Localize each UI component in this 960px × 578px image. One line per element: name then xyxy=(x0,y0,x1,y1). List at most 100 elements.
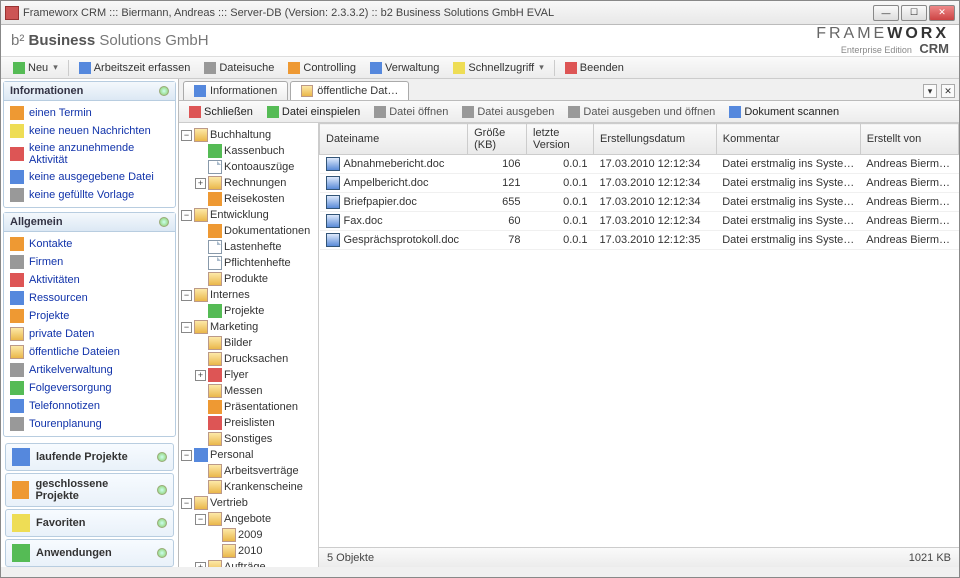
info-link-datei[interactable]: keine ausgegebene Datei xyxy=(6,168,173,186)
tree-2009[interactable]: 2009 xyxy=(181,527,316,543)
collapse-icon[interactable]: − xyxy=(181,130,192,141)
table-row[interactable]: Gesprächsprotokoll.doc780.0.117.03.2010 … xyxy=(320,231,959,250)
folder-tree[interactable]: −Buchhaltung Kassenbuch Kontoauszüge +Re… xyxy=(179,123,319,567)
col-dateiname[interactable]: Dateiname xyxy=(320,124,468,155)
menu-verwaltung[interactable]: Verwaltung xyxy=(364,60,445,76)
project-icon xyxy=(208,304,222,318)
tree-preislisten[interactable]: Preislisten xyxy=(181,415,316,431)
word-doc-icon xyxy=(326,157,340,171)
collapse-icon[interactable]: − xyxy=(181,290,192,301)
col-kommentar[interactable]: Kommentar xyxy=(716,124,860,155)
tree-sonstiges[interactable]: Sonstiges xyxy=(181,431,316,447)
menu-controlling[interactable]: Controlling xyxy=(282,60,362,76)
menu-schnellzugriff[interactable]: Schnellzugriff▾ xyxy=(447,60,549,76)
shortcut-anwendungen[interactable]: Anwendungen xyxy=(5,539,174,567)
minimize-button[interactable]: — xyxy=(873,5,899,21)
nav-folgeversorgung[interactable]: Folgeversorgung xyxy=(6,379,173,397)
collapse-icon[interactable]: − xyxy=(181,498,192,509)
btn-datei-oeffnen[interactable]: Datei öffnen xyxy=(368,104,454,120)
table-row[interactable]: Fax.doc600.0.117.03.2010 12:12:34Datei e… xyxy=(320,212,959,231)
nav-artikelverwaltung[interactable]: Artikelverwaltung xyxy=(6,361,173,379)
tree-internes[interactable]: −Internes xyxy=(181,287,316,303)
btn-datei-ausgeben-oeffnen[interactable]: Datei ausgeben und öffnen xyxy=(562,104,721,120)
nav-kontakte[interactable]: Kontakte xyxy=(6,235,173,253)
tree-personal[interactable]: −Personal xyxy=(181,447,316,463)
tree-kontoauszuege[interactable]: Kontoauszüge xyxy=(181,159,316,175)
shortcut-favoriten[interactable]: Favoriten xyxy=(5,509,174,537)
expand-icon[interactable]: + xyxy=(195,178,206,189)
menu-dateisuche[interactable]: Dateisuche xyxy=(198,60,280,76)
menu-arbeitszeit[interactable]: Arbeitszeit erfassen xyxy=(73,60,197,76)
collapse-icon[interactable]: − xyxy=(181,450,192,461)
tab-oeffentliche-dateien[interactable]: öffentliche Dat… xyxy=(290,81,409,100)
shortcut-laufende-projekte[interactable]: laufende Projekte xyxy=(5,443,174,471)
nav-telefonnotizen[interactable]: Telefonnotizen xyxy=(6,397,173,415)
table-row[interactable]: Ampelbericht.doc1210.0.117.03.2010 12:12… xyxy=(320,174,959,193)
folder-icon xyxy=(10,327,24,341)
expand-icon[interactable]: + xyxy=(195,370,206,381)
tree-auftraege[interactable]: +Aufträge xyxy=(181,559,316,567)
tree-bilder[interactable]: Bilder xyxy=(181,335,316,351)
nav-ressourcen[interactable]: Ressourcen xyxy=(6,289,173,307)
panel-head-informationen[interactable]: Informationen xyxy=(4,82,175,101)
maximize-button[interactable]: ☐ xyxy=(901,5,927,21)
tree-arbeitsvertraege[interactable]: Arbeitsverträge xyxy=(181,463,316,479)
tree-krankenscheine[interactable]: Krankenscheine xyxy=(181,479,316,495)
table-row[interactable]: Briefpapier.doc6550.0.117.03.2010 12:12:… xyxy=(320,193,959,212)
tab-menu-button[interactable]: ▾ xyxy=(923,84,937,98)
collapse-icon[interactable]: − xyxy=(195,514,206,525)
btn-dokument-scannen[interactable]: Dokument scannen xyxy=(723,104,845,120)
nav-oeffentliche-dateien[interactable]: öffentliche Dateien xyxy=(6,343,173,361)
nav-projekte[interactable]: Projekte xyxy=(6,307,173,325)
tree-rechnungen[interactable]: +Rechnungen xyxy=(181,175,316,191)
tree-buchhaltung[interactable]: −Buchhaltung xyxy=(181,127,316,143)
panel-head-allgemein[interactable]: Allgemein xyxy=(4,213,175,232)
btn-datei-ausgeben[interactable]: Datei ausgeben xyxy=(456,104,560,120)
btn-datei-einspielen[interactable]: Datei einspielen xyxy=(261,104,366,120)
tree-flyer[interactable]: +Flyer xyxy=(181,367,316,383)
nav-private-daten[interactable]: private Daten xyxy=(6,325,173,343)
tree-praesentationen[interactable]: Präsentationen xyxy=(181,399,316,415)
close-button[interactable]: ✕ xyxy=(929,5,955,21)
menu-neu[interactable]: Neu▾ xyxy=(7,60,64,76)
info-link-vorlage[interactable]: keine gefüllte Vorlage xyxy=(6,186,173,204)
nav-aktivitaeten[interactable]: Aktivitäten xyxy=(6,271,173,289)
collapse-icon[interactable]: − xyxy=(181,210,192,221)
tree-angebote[interactable]: −Angebote xyxy=(181,511,316,527)
nav-firmen[interactable]: Firmen xyxy=(6,253,173,271)
col-groesse[interactable]: Größe (KB) xyxy=(468,124,527,155)
col-version[interactable]: letzte Version xyxy=(527,124,594,155)
tab-informationen[interactable]: Informationen xyxy=(183,81,288,100)
tab-close-button[interactable]: ✕ xyxy=(941,84,955,98)
nav-tourenplanung[interactable]: Tourenplanung xyxy=(6,415,173,433)
tree-vertrieb[interactable]: −Vertrieb xyxy=(181,495,316,511)
collapse-icon[interactable]: − xyxy=(181,322,192,333)
tree-reisekosten[interactable]: Reisekosten xyxy=(181,191,316,207)
file-table[interactable]: Dateiname Größe (KB) letzte Version Erst… xyxy=(319,123,959,547)
menu-beenden[interactable]: Beenden xyxy=(559,60,630,76)
status-count: 5 Objekte xyxy=(327,552,374,564)
tree-2010[interactable]: 2010 xyxy=(181,543,316,559)
col-erstellungsdatum[interactable]: Erstellungsdatum xyxy=(594,124,717,155)
tree-produkte[interactable]: Produkte xyxy=(181,271,316,287)
folder-icon xyxy=(208,464,222,478)
btn-schliessen[interactable]: Schließen xyxy=(183,104,259,120)
info-link-aktivitaet[interactable]: keine anzunehmende Aktivität xyxy=(6,140,173,168)
tree-drucksachen[interactable]: Drucksachen xyxy=(181,351,316,367)
col-erstellt-von[interactable]: Erstellt von xyxy=(860,124,958,155)
tree-messen[interactable]: Messen xyxy=(181,383,316,399)
tree-pflichtenhefte[interactable]: Pflichtenhefte xyxy=(181,255,316,271)
tree-kassenbuch[interactable]: Kassenbuch xyxy=(181,143,316,159)
tree-dokumentationen[interactable]: Dokumentationen xyxy=(181,223,316,239)
tree-entwicklung[interactable]: −Entwicklung xyxy=(181,207,316,223)
tree-marketing[interactable]: −Marketing xyxy=(181,319,316,335)
info-link-nachrichten[interactable]: keine neuen Nachrichten xyxy=(6,122,173,140)
tree-projekte[interactable]: Projekte xyxy=(181,303,316,319)
info-link-termin[interactable]: einen Termin xyxy=(6,104,173,122)
folder-icon xyxy=(208,272,222,286)
tree-lastenhefte[interactable]: Lastenhefte xyxy=(181,239,316,255)
shortcut-geschlossene-projekte[interactable]: geschlossene Projekte xyxy=(5,473,174,507)
export-open-icon xyxy=(568,106,580,118)
table-row[interactable]: Abnahmebericht.doc1060.0.117.03.2010 12:… xyxy=(320,155,959,174)
folder-icon xyxy=(208,432,222,446)
